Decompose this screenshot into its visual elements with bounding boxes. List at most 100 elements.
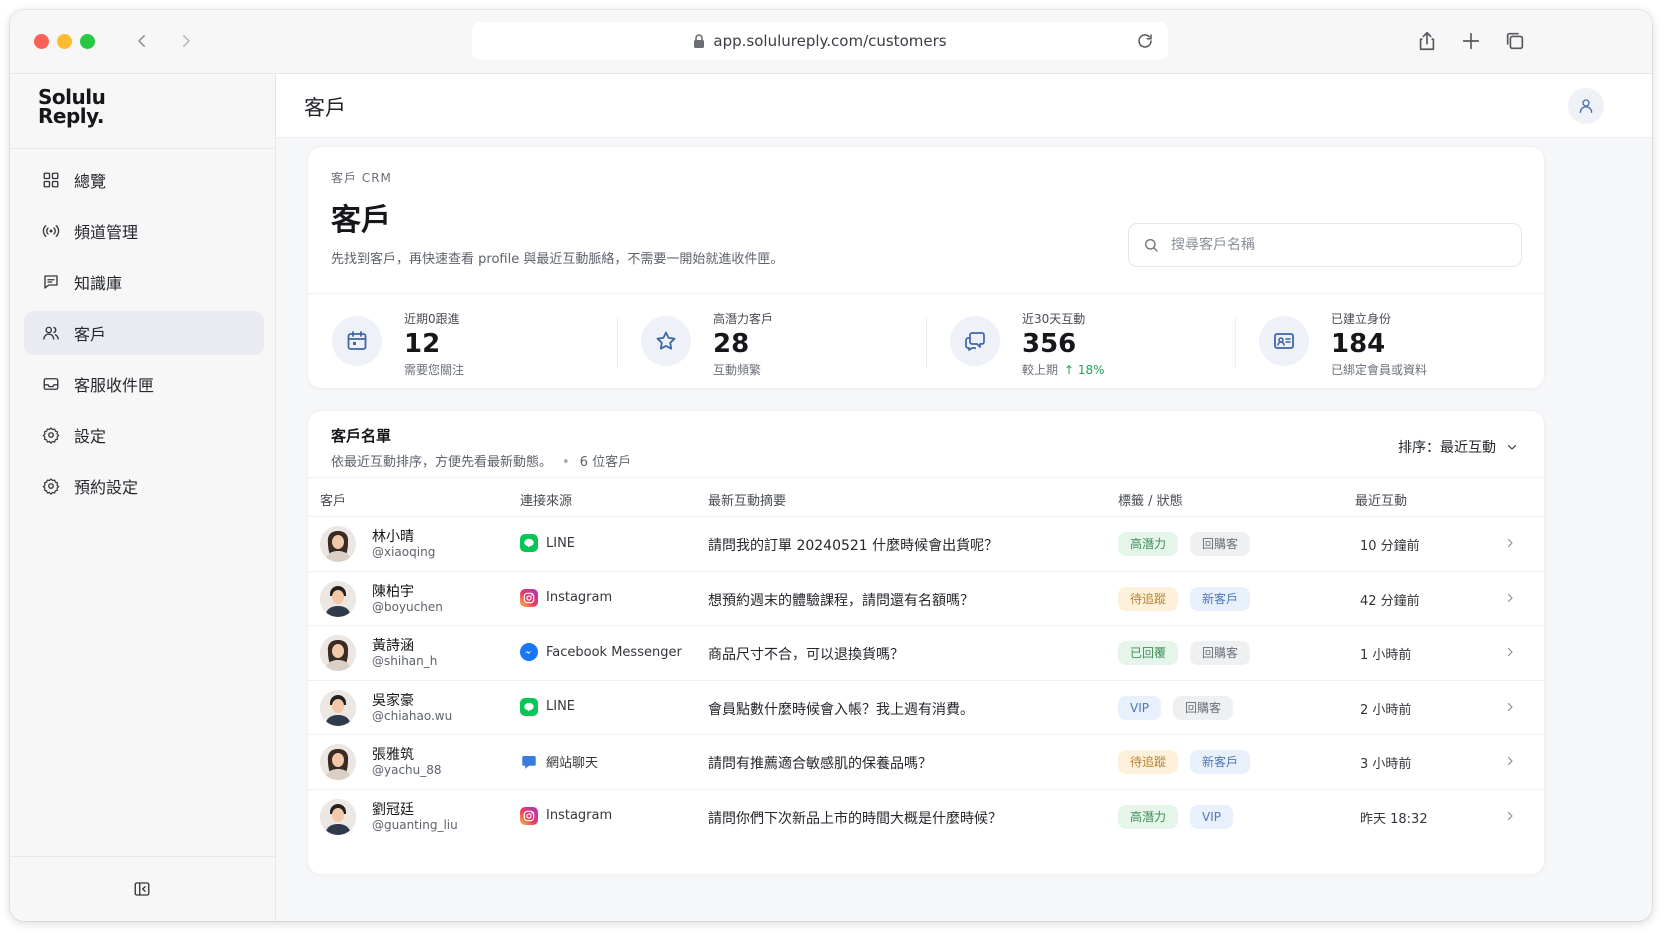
customer-name[interactable]: 陳柏宇 [372,581,414,601]
last-interaction-time: 10 分鐘前 [1360,539,1420,554]
channel-source: Facebook Messenger [520,643,682,661]
column-header-source[interactable]: 連接來源 [520,490,572,509]
user-menu-button[interactable] [1568,88,1604,124]
table-row[interactable]: 吳家豪 @chiahao.wu LINE 會員點數什麼時候會入帳？我上週有消費。… [308,681,1544,735]
customer-name[interactable]: 劉冠廷 [372,799,414,819]
tag-group: 待追蹤 新客戶 [1118,750,1262,774]
gear-icon [42,427,60,444]
customer-handle: @boyuchen [372,599,443,614]
minimize-window-button[interactable] [57,34,72,49]
address-bar[interactable]: app.solulureply.com/customers [472,22,1168,60]
customer-handle: @xiaoqing [372,545,436,559]
channel-label: LINE [546,699,576,714]
stat-high-potential[interactable]: 高潛力客戶 28 互動頻繁 [617,294,926,390]
status-badge[interactable]: 回購客 [1190,532,1251,556]
sidebar-item-label: 頻道管理 [74,223,139,242]
status-badge[interactable]: 回購客 [1172,695,1233,720]
table-row[interactable]: 黃詩涵 @shihan_h Facebook Messenger 商品尺寸不合，… [308,626,1544,681]
customer-name[interactable]: 林小晴 [372,526,414,546]
interaction-summary: 請問我的訂單 20240521 什麼時候會出貨呢？ [708,538,999,554]
customer-name[interactable]: 吳家豪 [372,690,414,710]
grid-icon [43,172,59,188]
sidebar-divider [10,148,275,149]
sidebar-item-label: 客戶 [74,325,107,344]
forward-button[interactable] [166,24,206,58]
sidebar-item-overview[interactable]: 總覽 [24,158,264,202]
browser-toolbar: app.solulureply.com/customers [10,10,1652,74]
status-badge[interactable]: VIP [1190,804,1233,829]
status-badge[interactable]: 待追蹤 [1118,586,1179,611]
instagram-icon [520,806,538,825]
stat-value: 12 [404,329,441,359]
star-icon [656,331,676,350]
stat-follow-up[interactable]: 近期0跟進 12 需要您關注 [308,294,617,390]
avatar [320,526,356,562]
customer-name[interactable]: 黃詩涵 [372,635,414,655]
chevron-right-icon[interactable] [1504,755,1516,767]
column-header-tags[interactable]: 標籤 / 狀態 [1118,490,1183,509]
channel-label: 網站聊天 [546,756,599,771]
table-row[interactable]: 陳柏宇 @boyuchen Instagram 想預約週末的體驗課程，請問還有名… [308,572,1544,626]
channel-source: 網站聊天 [520,752,598,771]
channel-label: LINE [546,535,576,551]
back-button[interactable] [122,24,162,58]
status-badge[interactable]: 已回覆 [1118,641,1179,665]
search-input[interactable] [1171,237,1491,253]
customer-handle: @guanting_liu [372,817,458,832]
stat-subtext: 較上期 ↑ 18% [1022,361,1105,378]
status-badge[interactable]: 回購客 [1190,641,1251,665]
collapse-sidebar-button[interactable] [130,877,154,901]
avatar [320,635,356,671]
sidebar-item-booking-settings[interactable]: 預約設定 [24,464,264,508]
sidebar-item-channels[interactable]: 頻道管理 [24,209,264,253]
column-header-last-interaction[interactable]: 最近互動 [1355,490,1407,509]
status-badge[interactable]: 高潛力 [1118,532,1179,556]
status-badge[interactable]: VIP [1118,695,1161,720]
stat-interactions-30d[interactable]: 近30天互動 356 較上期 ↑ 18% [926,294,1235,390]
status-badge[interactable]: 高潛力 [1118,804,1179,829]
channel-source: LINE [520,534,575,552]
column-header-customer[interactable]: 客戶 [320,490,346,509]
channel-label: Facebook Messenger [546,644,682,660]
last-interaction-time: 2 小時前 [1360,702,1412,718]
status-badge[interactable]: 待追蹤 [1118,750,1179,774]
chevron-right-icon[interactable] [1504,701,1516,713]
chevron-right-icon[interactable] [1504,810,1516,822]
stat-subtext: 已綁定會員或資料 [1331,363,1428,377]
sidebar-item-knowledge-base[interactable]: 知識庫 [24,260,264,304]
sidebar-item-inbox[interactable]: 客服收件匣 [24,362,264,406]
list-subtitle-text: 依最近互動排序，方便先看最新動態。 [331,455,553,470]
status-badge[interactable]: 新客戶 [1190,750,1251,774]
brand-logo[interactable]: Solulu Reply. [38,87,106,126]
customer-handle: @shihan_h [372,654,438,668]
sidebar-item-customers[interactable]: 客戶 [24,311,264,355]
sidebar-item-settings[interactable]: 設定 [24,413,264,457]
chevron-right-icon[interactable] [1504,592,1516,604]
interaction-summary: 請問你們下次新品上市的時間大概是什麼時候？ [708,810,1002,827]
reload-icon[interactable] [1136,32,1154,50]
instagram-icon [520,588,538,607]
plus-icon [1462,32,1480,50]
new-tab-button[interactable] [1458,28,1484,54]
stat-value: 28 [713,329,750,359]
column-header-summary[interactable]: 最新互動摘要 [708,490,786,509]
stat-value: 356 [1022,329,1077,359]
table-row[interactable]: 林小晴 @xiaoqing LINE 請問我的訂單 20240521 什麼時候會… [308,517,1544,572]
chevron-right-icon[interactable] [1504,646,1516,658]
stat-identified[interactable]: 已建立身份 184 已綁定會員或資料 [1235,294,1544,390]
sort-dropdown[interactable]: 排序：最近互動 [1398,437,1518,457]
list-subtitle: 依最近互動排序，方便先看最新動態。 • 6 位客戶 [331,451,631,470]
sidebar-item-label: 設定 [74,427,107,446]
close-window-button[interactable] [34,34,49,49]
stat-icon-wrap [332,316,382,366]
tab-overview-button[interactable] [1502,28,1528,54]
share-button[interactable] [1414,28,1440,54]
table-row[interactable]: 劉冠廷 @guanting_liu Instagram 請問你們下次新品上市的時… [308,790,1544,845]
chevron-right-icon[interactable] [1504,537,1516,549]
customer-search[interactable] [1128,223,1522,267]
table-row[interactable]: 張雅筑 @yachu_88 網站聊天 請問有推薦適合敏感肌的保養品嗎？ 待追蹤新… [308,735,1544,790]
status-badge[interactable]: 新客戶 [1190,586,1251,611]
customer-name[interactable]: 張雅筑 [372,744,414,764]
stat-value: 184 [1331,329,1386,359]
zoom-window-button[interactable] [80,34,95,49]
